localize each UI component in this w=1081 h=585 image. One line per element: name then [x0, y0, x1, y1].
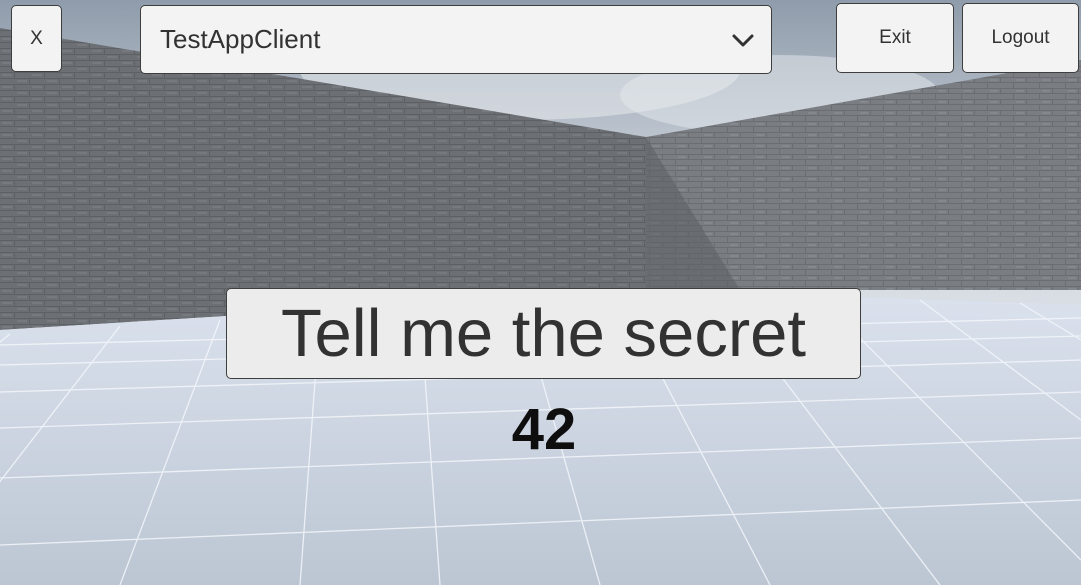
client-dropdown-value: TestAppClient — [160, 24, 321, 54]
client-dropdown[interactable]: TestAppClient — [140, 5, 772, 74]
chevron-down-icon — [732, 34, 754, 47]
logout-button[interactable]: Logout — [962, 3, 1079, 73]
secret-value: 42 — [511, 396, 577, 462]
exit-button[interactable]: Exit — [836, 3, 954, 73]
tell-secret-button[interactable]: Tell me the secret — [226, 288, 861, 379]
close-button[interactable]: X — [11, 5, 62, 72]
